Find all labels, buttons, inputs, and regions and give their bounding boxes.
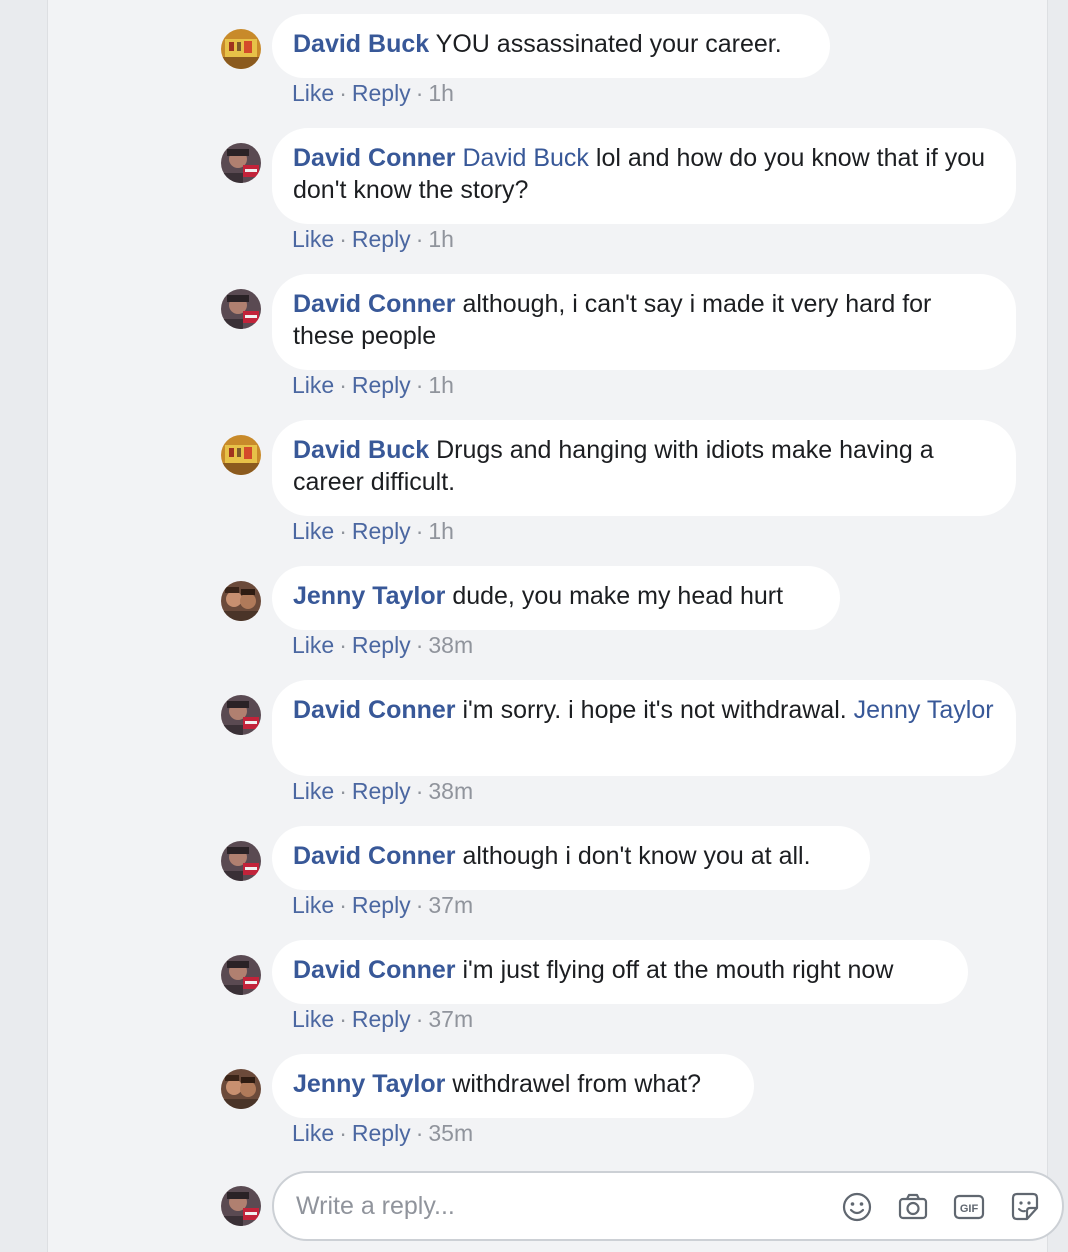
comment-bubble: David Buck YOU assassinated your career. <box>272 14 830 78</box>
emoji-icon[interactable] <box>840 1190 874 1224</box>
comment-author[interactable]: David Conner <box>293 842 456 870</box>
comment-bubble: David Conner although i don't know you a… <box>272 826 870 890</box>
comment-text: withdrawel from what? <box>445 1070 702 1098</box>
like-link[interactable]: Like <box>292 632 334 658</box>
like-link[interactable]: Like <box>292 372 334 398</box>
gif-icon[interactable]: GIF <box>952 1190 986 1224</box>
like-link[interactable]: Like <box>292 226 334 252</box>
comment-actions: Like · Reply · 38m <box>292 778 474 804</box>
avatar-david-buck[interactable] <box>221 29 261 69</box>
like-link[interactable]: Like <box>292 1006 334 1032</box>
comment-time[interactable]: 37m <box>428 1006 473 1032</box>
avatar-jenny-taylor[interactable] <box>221 581 261 621</box>
sticker-icon[interactable] <box>1008 1190 1042 1224</box>
gif-label: GIF <box>960 1203 979 1215</box>
comment-text: i'm sorry. i hope it's not withdrawal. <box>455 696 847 724</box>
comment-text: i'm just flying off at the mouth right n… <box>455 956 894 984</box>
comment-mention[interactable]: David Buck <box>462 144 588 172</box>
comment-author[interactable]: David Conner <box>293 696 456 724</box>
comment-author[interactable]: David Buck <box>293 436 429 464</box>
comment-thread-panel: David Buck YOU assassinated your career.… <box>47 0 1064 1252</box>
reply-input[interactable] <box>296 1192 776 1221</box>
comment-actions: Like · Reply · 37m <box>292 1006 474 1032</box>
comment-author[interactable]: David Conner <box>293 144 456 172</box>
avatar-jenny-taylor[interactable] <box>221 1069 261 1109</box>
comment-time[interactable]: 37m <box>428 892 473 918</box>
comment-author[interactable]: David Conner <box>293 956 456 984</box>
comment-text: dude, you make my head hurt <box>445 582 784 610</box>
like-link[interactable]: Like <box>292 892 334 918</box>
comment-actions: Like · Reply · 1h <box>292 372 454 398</box>
reply-link[interactable]: Reply <box>352 632 411 658</box>
comment-bubble: David Conner i'm just flying off at the … <box>272 940 968 1004</box>
comment-time[interactable]: 1h <box>428 518 454 544</box>
avatar-current-user <box>221 1186 261 1226</box>
comment-author[interactable]: Jenny Taylor <box>293 1070 445 1098</box>
like-link[interactable]: Like <box>292 80 334 106</box>
comment-time[interactable]: 35m <box>428 1120 473 1146</box>
comment-time[interactable]: 1h <box>428 372 454 398</box>
reply-link[interactable]: Reply <box>352 778 411 804</box>
comment-time[interactable]: 38m <box>428 632 473 658</box>
comment-author[interactable]: David Conner <box>293 290 456 318</box>
like-link[interactable]: Like <box>292 1120 334 1146</box>
reply-box[interactable]: GIF <box>272 1171 1064 1241</box>
comment-bubble: David Conner i'm sorry. i hope it's not … <box>272 680 1016 776</box>
comment-author[interactable]: David Buck <box>293 30 429 58</box>
like-link[interactable]: Like <box>292 778 334 804</box>
avatar-david-conner[interactable] <box>221 143 261 183</box>
reply-link[interactable]: Reply <box>352 226 411 252</box>
reply-link[interactable]: Reply <box>352 518 411 544</box>
avatar-david-conner[interactable] <box>221 955 261 995</box>
reply-link[interactable]: Reply <box>352 1006 411 1032</box>
avatar-david-conner[interactable] <box>221 695 261 735</box>
comment-text: YOU assassinated your career. <box>429 30 782 58</box>
reply-link[interactable]: Reply <box>352 1120 411 1146</box>
like-link[interactable]: Like <box>292 518 334 544</box>
avatar-david-conner[interactable] <box>221 289 261 329</box>
comment-bubble: David Conner although, i can't say i mad… <box>272 274 1016 370</box>
comment-actions: Like · Reply · 38m <box>292 632 474 658</box>
avatar-david-buck[interactable] <box>221 435 261 475</box>
reply-link[interactable]: Reply <box>352 892 411 918</box>
comment-bubble: Jenny Taylor withdrawel from what? <box>272 1054 754 1118</box>
comment-time[interactable]: 1h <box>428 80 454 106</box>
comment-time[interactable]: 1h <box>428 226 454 252</box>
comment-author[interactable]: Jenny Taylor <box>293 582 445 610</box>
camera-icon[interactable] <box>896 1190 930 1224</box>
comment-text: although i don't know you at all. <box>455 842 811 870</box>
reply-link[interactable]: Reply <box>352 80 411 106</box>
reply-link[interactable]: Reply <box>352 372 411 398</box>
comment-bubble: David Conner David Buck lol and how do y… <box>272 128 1016 224</box>
comment-actions: Like · Reply · 35m <box>292 1120 474 1146</box>
comment-actions: Like · Reply · 1h <box>292 80 454 106</box>
comment-bubble: David Buck Drugs and hanging with idiots… <box>272 420 1016 516</box>
comment-actions: Like · Reply · 37m <box>292 892 474 918</box>
comment-actions: Like · Reply · 1h <box>292 226 454 252</box>
comment-actions: Like · Reply · 1h <box>292 518 454 544</box>
comment-mention-after[interactable]: Jenny Taylor <box>854 696 994 724</box>
comment-bubble: Jenny Taylor dude, you make my head hurt <box>272 566 840 630</box>
avatar-david-conner[interactable] <box>221 841 261 881</box>
comment-time[interactable]: 38m <box>428 778 473 804</box>
